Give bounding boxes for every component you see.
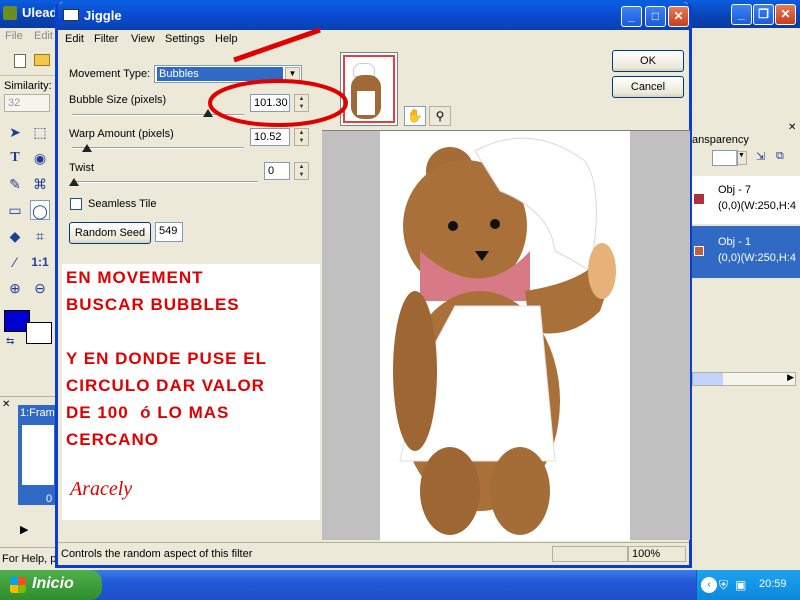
transparency-input[interactable] (712, 150, 738, 166)
jiggle-dialog: Jiggle _ □ ✕ Edit Filter View Settings H… (55, 2, 692, 568)
object-info: (0,0)(W:250,H:4 (718, 200, 797, 212)
zoom-out-icon[interactable]: ⊖ (30, 278, 50, 298)
fill-tool-icon[interactable]: ◆ (5, 226, 25, 246)
zoom-in-icon[interactable]: ⊕ (5, 278, 25, 298)
object-name: Obj - 7 (718, 184, 752, 196)
path-tool-icon[interactable]: ◉ (30, 148, 50, 168)
security-icon[interactable]: ⛨ (719, 578, 728, 593)
object-row[interactable]: Obj - 7 (0,0)(W:250,H:4 (690, 176, 800, 224)
bg-menu-file[interactable]: File (5, 30, 23, 42)
start-label: Inicio (32, 575, 74, 592)
system-tray: ‹ ⛨ ▣ 20:59 (696, 570, 800, 600)
pick-tool-icon[interactable]: ➤ (5, 122, 25, 142)
zoom-level: 100% (628, 546, 686, 562)
horizontal-scrollbar[interactable]: ▶ (692, 372, 796, 386)
panel-close-icon[interactable]: ✕ (788, 122, 796, 133)
annotation-overlay (208, 27, 348, 127)
taskbar: Inicio ‹ ⛨ ▣ 20:59 (0, 570, 800, 600)
start-button[interactable]: Inicio (0, 570, 102, 600)
objects-panel: ansparency ✕ ▼ ⇲ ⧉ Obj - 7 (0,0)(W:250,H… (690, 120, 800, 390)
object-thumb-icon (694, 246, 704, 256)
actual-size-tool[interactable]: 1:1 (30, 252, 50, 272)
brush-tool-icon[interactable]: ✎ (5, 174, 25, 194)
frame-panel-close-icon[interactable]: ✕ (2, 399, 10, 410)
restore-icon[interactable]: ❐ (753, 4, 774, 25)
text-tool-icon[interactable]: T (5, 148, 25, 168)
eyedropper-tool-icon[interactable]: ⁄ (5, 252, 25, 272)
similarity-label: Similarity: (4, 80, 52, 92)
crop-tool-icon[interactable]: ⌗ (30, 226, 50, 246)
object-name: Obj - 1 (718, 236, 752, 248)
object-thumb-icon (694, 194, 704, 204)
object-copy-icon[interactable]: ⧉ (776, 150, 784, 163)
object-info: (0,0)(W:250,H:4 (718, 252, 797, 264)
frame-thumb (22, 425, 54, 485)
background-color-swatch[interactable] (26, 322, 52, 344)
open-folder-icon[interactable] (34, 54, 50, 66)
transparency-label: ansparency (692, 134, 749, 146)
toolbox: Similarity: 32 ➤ ⬚ T ◉ ✎ ⌘ ▭ ◯ ◆ ⌗ ⁄ 1:1… (0, 76, 56, 396)
windows-logo-icon (10, 577, 26, 593)
status-pane (552, 546, 628, 562)
bg-toolbar (0, 46, 56, 76)
scrollbar-thumb[interactable] (693, 373, 723, 385)
transparency-dropdown-icon[interactable]: ▼ (736, 151, 747, 165)
similarity-input[interactable]: 32 (4, 94, 50, 112)
frame-number: 0 (46, 493, 53, 505)
new-file-icon[interactable] (14, 54, 26, 68)
swap-colors-icon[interactable]: ⇆ (6, 336, 14, 347)
frame-panel: ✕ 1:Fram 0 ▶ (0, 396, 56, 546)
minimize-icon[interactable]: _ (731, 4, 752, 25)
clock[interactable]: 20:59 (759, 578, 787, 590)
dialog-statusbar: Controls the random aspect of this filte… (58, 542, 689, 564)
network-icon[interactable]: ▣ (735, 578, 746, 592)
transform-tool-icon[interactable]: ⬚ (30, 122, 50, 142)
bg-menu-edit[interactable]: Edit (34, 30, 53, 42)
object-action-icon[interactable]: ⇲ (756, 150, 765, 163)
object-row-selected[interactable]: Obj - 1 (0,0)(W:250,H:4 (690, 226, 800, 278)
bg-statusbar: For Help, p (0, 547, 56, 569)
annotation-circle (208, 79, 348, 127)
tray-expand-icon[interactable]: ‹ (701, 577, 717, 593)
close-icon[interactable]: ✕ (775, 4, 796, 25)
status-text: Controls the random aspect of this filte… (61, 548, 253, 560)
annotation-arrow-line (233, 27, 321, 63)
app-icon (3, 6, 17, 20)
play-icon[interactable]: ▶ (20, 523, 28, 536)
bg-app-title: Ulead (22, 5, 58, 20)
ellipse-tool-icon[interactable]: ◯ (30, 200, 50, 220)
frame-label: 1:Fram (20, 407, 55, 419)
eraser-tool-icon[interactable]: ▭ (5, 200, 25, 220)
bg-status-text: For Help, p (2, 553, 57, 565)
scroll-right-icon[interactable]: ▶ (787, 372, 794, 383)
lasso-tool-icon[interactable]: ⌘ (30, 174, 50, 194)
